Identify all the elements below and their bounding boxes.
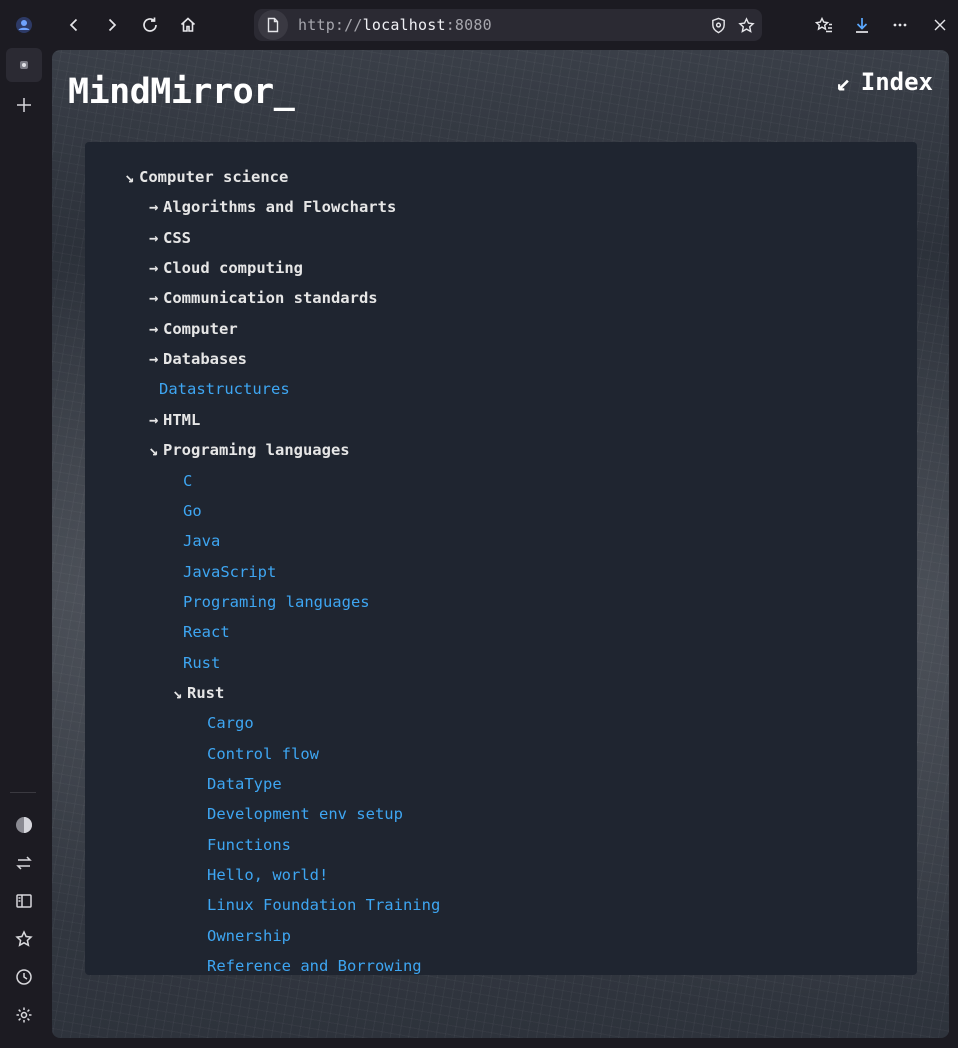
- url-bar[interactable]: http://localhost:8080: [254, 9, 762, 41]
- bookmark-star-icon[interactable]: [736, 15, 756, 35]
- tree-item-label: React: [183, 623, 230, 642]
- index-link[interactable]: ↙ Index: [836, 68, 933, 96]
- index-link-label: Index: [860, 68, 933, 96]
- bookmarks-menu-icon[interactable]: [808, 8, 840, 42]
- tree-link[interactable]: JavaScript: [183, 560, 276, 584]
- tree-link[interactable]: Functions: [207, 833, 291, 857]
- tree-link[interactable]: Rust: [183, 651, 220, 675]
- tree-link[interactable]: Cargo: [207, 711, 254, 735]
- sync-tabs-icon[interactable]: [6, 846, 42, 880]
- tree-item-label: Functions: [207, 835, 291, 854]
- file-tree-panel: ↘ Computer science → Algorithms and Flowcha…: [85, 142, 917, 975]
- forward-arrow-icon[interactable]: [96, 8, 128, 42]
- collapsed-arrow-icon: →: [149, 259, 159, 278]
- sidebar-divider: [10, 792, 36, 793]
- tree-folder[interactable]: ↘ Programing languages: [149, 438, 350, 462]
- tree-link[interactable]: Ownership: [207, 924, 291, 948]
- tree-item-label: Databases: [163, 350, 247, 369]
- tree-item-label: Algorithms and Flowcharts: [163, 198, 397, 217]
- home-icon[interactable]: [172, 8, 204, 42]
- tree-item-label: Cloud computing: [163, 259, 303, 278]
- tree-item-label: C: [183, 471, 193, 490]
- more-menu-icon[interactable]: [884, 8, 916, 42]
- tracking-protection-shield-icon[interactable]: [708, 15, 728, 35]
- tree-item-label: Programing languages: [163, 441, 350, 460]
- tree-link[interactable]: Java: [183, 529, 220, 553]
- collapsed-arrow-icon: →: [149, 350, 159, 369]
- tree-link[interactable]: Development env setup: [207, 802, 403, 826]
- tree-item-label: Development env setup: [207, 805, 403, 824]
- tree-item-label: Computer science: [139, 168, 289, 186]
- tree-folder[interactable]: ↘ Computer science: [125, 165, 288, 189]
- tree-link[interactable]: C: [183, 469, 192, 493]
- tree-link[interactable]: Reference and Borrowing: [207, 954, 422, 975]
- downloads-icon[interactable]: [846, 8, 878, 42]
- history-clock-icon[interactable]: [6, 960, 42, 994]
- tree-item-label: JavaScript: [183, 562, 277, 581]
- tree-folder[interactable]: → Databases: [149, 347, 247, 371]
- tree-item-label: Rust: [187, 683, 225, 702]
- expanded-arrow-icon: ↘: [173, 683, 183, 702]
- tree-item-label: Reference and Borrowing: [207, 957, 422, 975]
- tree-folder[interactable]: → Communication standards: [149, 286, 378, 310]
- tree-link[interactable]: DataType: [207, 772, 282, 796]
- tree-folder[interactable]: → Cloud computing: [149, 256, 303, 280]
- bookmarks-star-icon[interactable]: [6, 922, 42, 956]
- collapsed-arrow-icon: →: [149, 228, 159, 247]
- tree-item-label: Ownership: [207, 926, 291, 945]
- tree-item-label: Programing languages: [183, 592, 370, 611]
- close-window-icon[interactable]: [924, 8, 956, 42]
- tree-item-label: CSS: [163, 228, 191, 247]
- tree-link[interactable]: Go: [183, 499, 202, 523]
- tree-item-label: Hello, world!: [207, 866, 329, 885]
- tree-item-label: Rust: [183, 653, 221, 672]
- tree-item-label: Go: [183, 501, 202, 520]
- southwest-arrow-icon: ↙: [836, 68, 851, 96]
- tree-folder[interactable]: → Algorithms and Flowcharts: [149, 195, 396, 219]
- tree-item-label: Computer: [163, 319, 238, 338]
- reload-icon[interactable]: [134, 8, 166, 42]
- url-text[interactable]: http://localhost:8080: [298, 16, 492, 34]
- tree-item-label: DataType: [207, 775, 282, 793]
- tree-item-label: Java: [183, 532, 221, 551]
- tree-link[interactable]: Programing languages: [183, 590, 370, 614]
- site-title: MindMirror_: [68, 72, 295, 112]
- page-info-icon[interactable]: [258, 10, 288, 40]
- collapsed-arrow-icon: →: [149, 289, 159, 308]
- collapsed-arrow-icon: →: [149, 198, 159, 217]
- tree-link[interactable]: Control flow: [207, 742, 319, 766]
- page-content: MindMirror_ ↙ Index ↘ Computer science → Al…: [52, 50, 949, 1038]
- settings-gear-icon[interactable]: [6, 998, 42, 1032]
- sidebar-panel-icon[interactable]: [6, 884, 42, 918]
- new-tab-plus-icon[interactable]: [6, 88, 42, 122]
- tree-folder[interactable]: → Computer: [149, 317, 238, 341]
- tree-item-label: Datastructures: [159, 380, 290, 399]
- browser-vertical-sidebar: [0, 0, 48, 1048]
- browser-toolbar: http://localhost:8080: [48, 0, 958, 50]
- ai-chatbot-icon[interactable]: [6, 808, 42, 842]
- tree-item-label: Linux Foundation Training: [207, 896, 441, 915]
- tab-favicon-icon[interactable]: [6, 48, 42, 82]
- tree-item-label: Control flow: [207, 744, 319, 763]
- tree-link[interactable]: React: [183, 620, 230, 644]
- collapsed-arrow-icon: →: [149, 410, 159, 429]
- back-arrow-icon[interactable]: [58, 8, 90, 42]
- expanded-arrow-icon: ↘: [149, 441, 159, 460]
- tree-folder[interactable]: ↘ Rust: [173, 681, 224, 705]
- tree-folder[interactable]: → CSS: [149, 226, 191, 250]
- tree-link[interactable]: Linux Foundation Training: [207, 893, 440, 917]
- tree-link[interactable]: Datastructures: [159, 377, 290, 401]
- expanded-arrow-icon: ↘: [125, 168, 135, 186]
- collapsed-arrow-icon: →: [149, 319, 159, 338]
- account-icon[interactable]: [6, 8, 42, 42]
- tree-item-label: Communication standards: [163, 289, 378, 308]
- tree-item-label: Cargo: [207, 714, 254, 733]
- tree-folder[interactable]: → HTML: [149, 408, 200, 432]
- tree-link[interactable]: Hello, world!: [207, 863, 328, 887]
- tree-item-label: HTML: [163, 410, 201, 429]
